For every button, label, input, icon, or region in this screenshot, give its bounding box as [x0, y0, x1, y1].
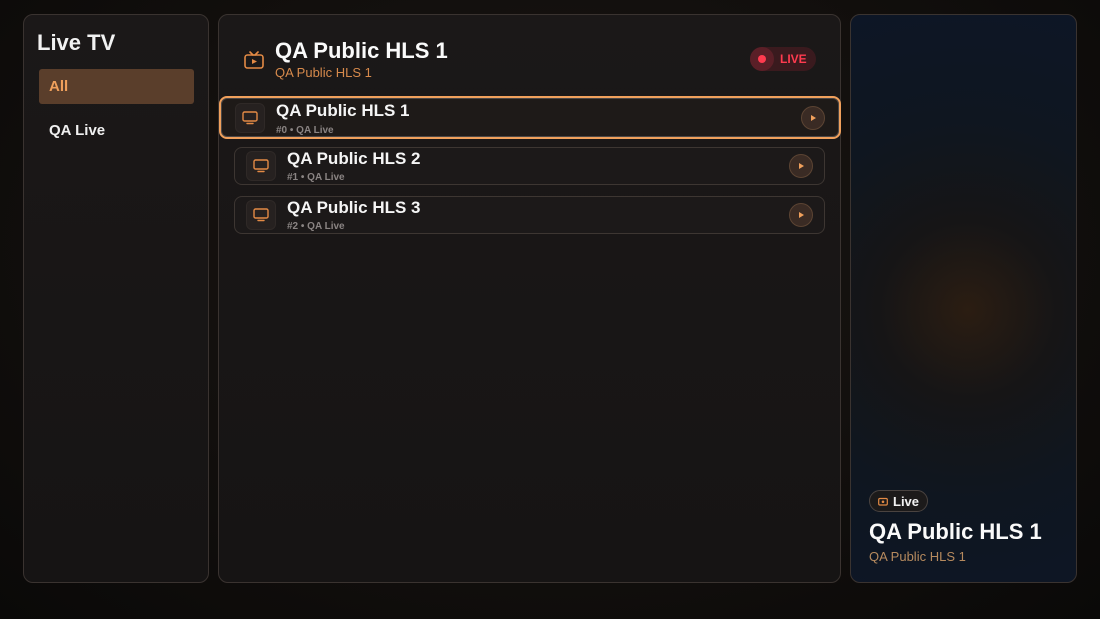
channel-meta: #2 • QA Live	[287, 221, 345, 232]
channel-meta: #0 • QA Live	[276, 125, 334, 136]
play-icon	[811, 115, 816, 121]
channel-row-1[interactable]: QA Public HLS 1 #0 • QA Live	[219, 96, 841, 139]
channel-meta: #1 • QA Live	[287, 172, 345, 183]
tv-small-icon	[878, 497, 888, 506]
channel-row-2[interactable]: QA Public HLS 2 #1 • QA Live	[234, 147, 825, 185]
play-button[interactable]	[801, 106, 825, 130]
live-badge-label: LIVE	[780, 52, 807, 66]
channel-name: QA Public HLS 1	[276, 101, 410, 120]
current-channel-subtitle: QA Public HLS 1	[275, 65, 372, 80]
preview-subtitle: QA Public HLS 1	[869, 549, 966, 564]
live-chip: Live	[869, 490, 929, 512]
channel-name: QA Public HLS 2	[287, 149, 421, 168]
play-button[interactable]	[789, 203, 813, 227]
preview-title: QA Public HLS 1	[869, 519, 1042, 544]
live-badge: LIVE	[750, 47, 816, 71]
play-button[interactable]	[789, 154, 813, 178]
category-item-all[interactable]: All	[39, 69, 194, 104]
channel-preview[interactable]: Live QA Public HLS 1 QA Public HLS 1	[850, 14, 1077, 583]
live-chip-label: Live	[893, 493, 920, 509]
tv-icon	[246, 200, 276, 230]
category-label: QA Live	[49, 122, 106, 139]
play-icon	[799, 163, 804, 169]
category-sidebar: Live TV All QA Live	[23, 14, 209, 583]
current-channel-title: QA Public HLS 1	[275, 38, 448, 63]
category-label: All	[49, 78, 69, 95]
channel-name: QA Public HLS 3	[287, 198, 421, 217]
record-dot-icon	[750, 47, 774, 71]
tv-play-icon	[243, 49, 265, 71]
category-item-qa-live[interactable]: QA Live	[39, 113, 194, 148]
channel-list-panel: QA Public HLS 1 QA Public HLS 1 LIVE QA …	[218, 14, 841, 583]
play-icon	[799, 212, 804, 218]
tv-icon	[235, 103, 265, 133]
sidebar-title: Live TV	[37, 30, 116, 55]
tv-icon	[246, 151, 276, 181]
channel-row-3[interactable]: QA Public HLS 3 #2 • QA Live	[234, 196, 825, 234]
